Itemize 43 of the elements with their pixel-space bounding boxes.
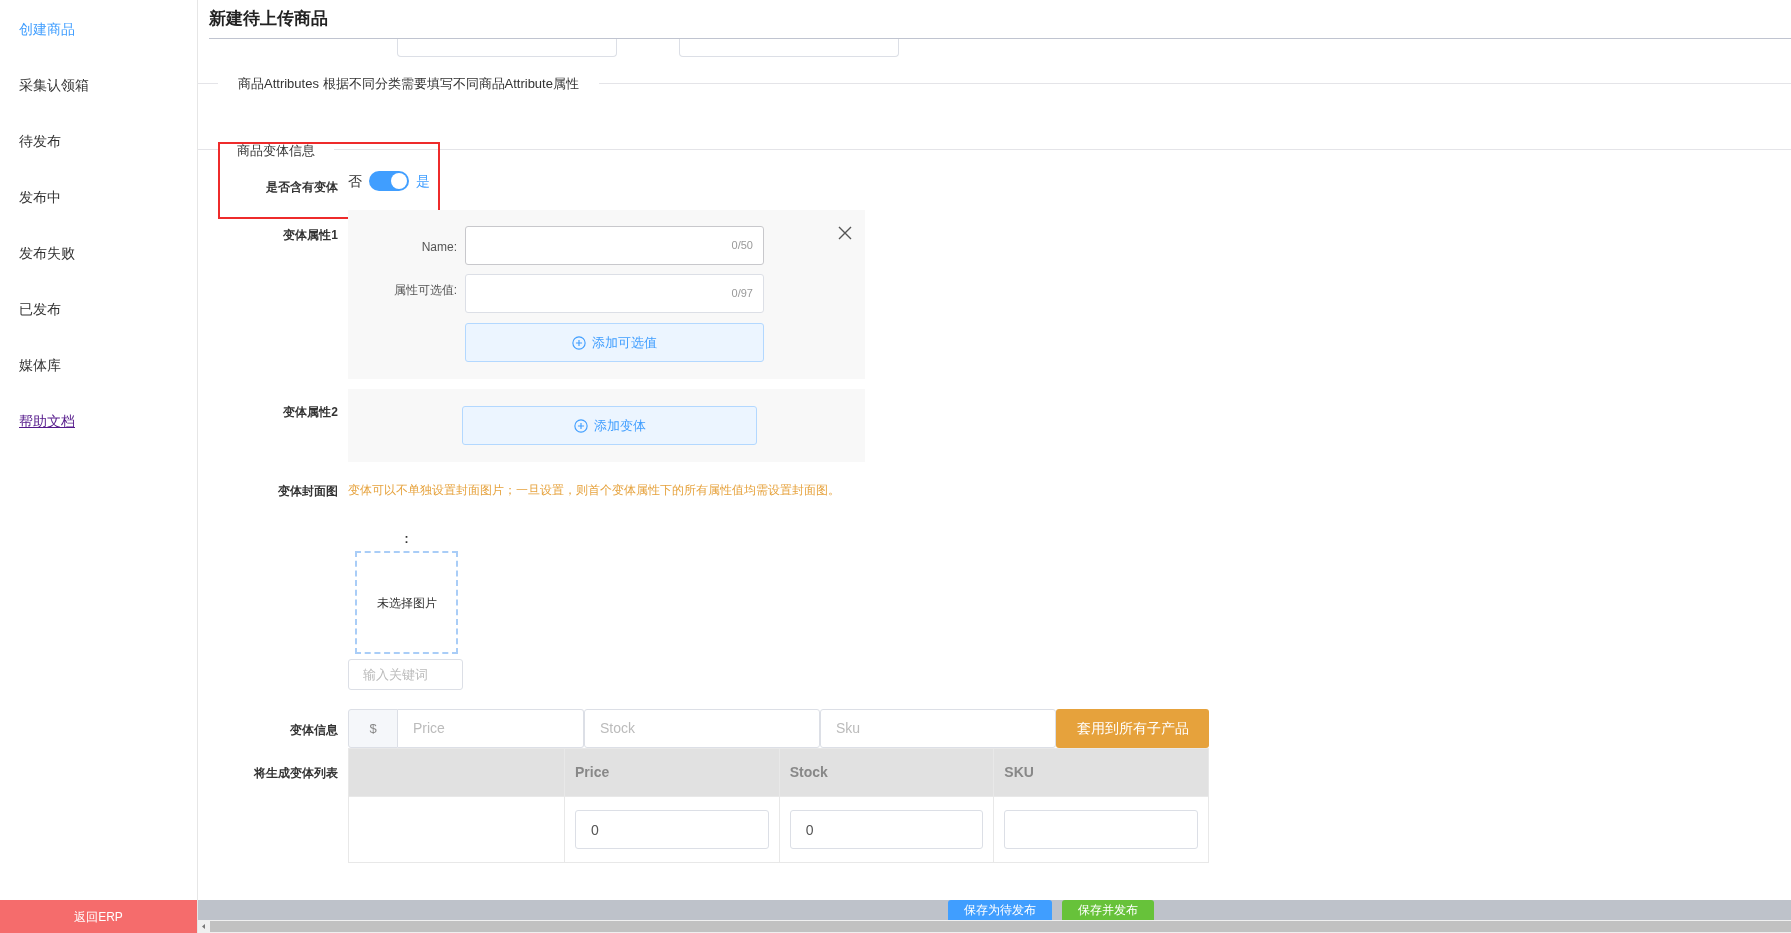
- stock-input-field[interactable]: 0: [789, 810, 984, 849]
- image-placeholder-text: 未选择图片: [376, 594, 437, 612]
- sku-input-field[interactable]: Sku: [820, 709, 1056, 748]
- price-input-field[interactable]: Price: [398, 709, 584, 748]
- field-label: 将生成变体列表: [254, 766, 338, 780]
- sidebar-item[interactable]: 采集认领箱: [19, 77, 89, 93]
- character-counter: 0/97: [731, 286, 753, 302]
- colon-text: :: [404, 532, 409, 546]
- close-icon[interactable]: [838, 226, 852, 240]
- field-label: 变体封面图: [278, 484, 338, 498]
- toggle-switch[interactable]: [369, 171, 409, 191]
- sidebar-item[interactable]: 待发布: [19, 133, 61, 149]
- help-link[interactable]: 帮助文档: [19, 413, 75, 429]
- image-upload-box[interactable]: 未选择图片: [355, 551, 458, 654]
- stock-input-field[interactable]: Stock: [584, 709, 820, 748]
- sidebar-item[interactable]: 发布失败: [19, 245, 75, 261]
- price-input-field[interactable]: 0: [575, 810, 769, 849]
- table-header-cell: Stock: [779, 748, 994, 797]
- field-label: 变体属性1: [283, 228, 338, 242]
- sku-input-field[interactable]: [1004, 810, 1198, 849]
- keyword-input-field[interactable]: 输入关键词: [348, 659, 463, 690]
- character-counter: 0/50: [731, 238, 753, 254]
- hint-text: 变体可以不单独设置封面图片；一旦设置，则首个变体属性下的所有属性值均需设置封面图。: [348, 482, 840, 499]
- plus-circle-icon: [572, 335, 586, 350]
- switch-off-label: 否: [348, 171, 362, 191]
- sidebar-item[interactable]: 发布中: [19, 189, 61, 205]
- switch-on-label: 是: [416, 171, 430, 191]
- section-legend: 商品Attributes 根据不同分类需要填写不同商品Attribute属性: [218, 74, 599, 94]
- field-label: 是否含有变体: [266, 180, 338, 194]
- page-title: 新建待上传商品: [209, 8, 328, 31]
- sidebar-item[interactable]: 媒体库: [19, 357, 61, 373]
- table-header-cell: SKU: [993, 748, 1209, 797]
- table-header-cell: Price: [564, 748, 780, 797]
- input-field[interactable]: [397, 39, 617, 57]
- field-label: Name:: [421, 239, 457, 254]
- input-field[interactable]: [679, 39, 899, 57]
- currency-prefix: $: [348, 709, 398, 748]
- field-label: 变体信息: [290, 722, 338, 737]
- horizontal-scrollbar[interactable]: [198, 920, 1791, 933]
- field-label: 变体属性2: [283, 405, 338, 419]
- sidebar-item[interactable]: 已发布: [19, 301, 61, 317]
- field-label: 属性可选值:: [393, 283, 457, 297]
- plus-circle-icon: [573, 418, 588, 433]
